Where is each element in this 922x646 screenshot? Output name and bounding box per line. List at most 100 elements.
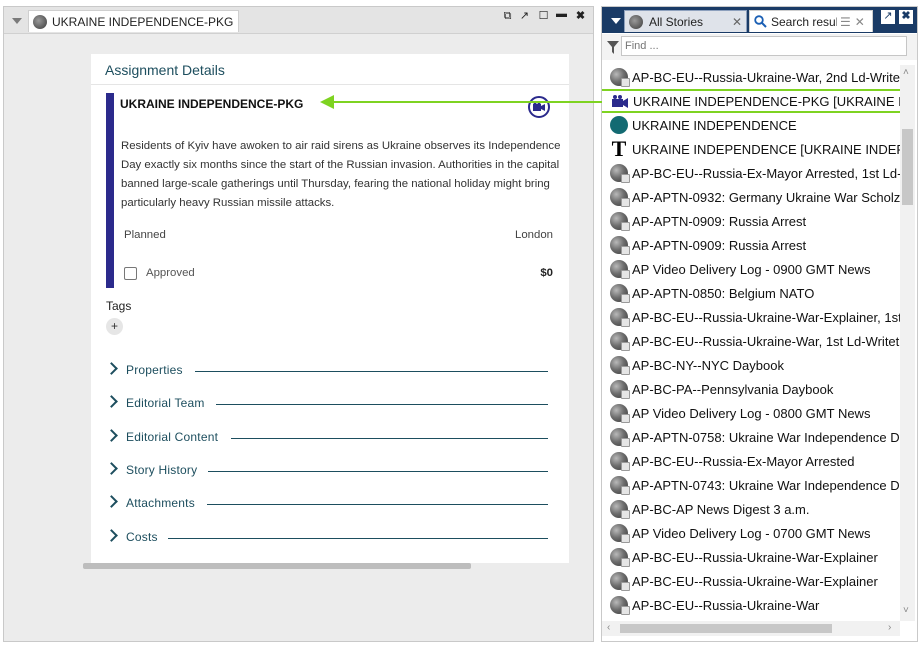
section-editorial-content[interactable]: Editorial Content [91, 423, 569, 456]
result-label: AP-BC-EU--Russia-Ukraine-War, 1st Ld-Wri… [632, 333, 900, 349]
popout-icon[interactable]: ↗ [518, 10, 531, 23]
section-title: Properties [126, 363, 183, 377]
horizontal-scrollbar[interactable] [83, 563, 471, 569]
assignment-description: Residents of Kyiv have awoken to air rai… [121, 140, 561, 209]
close-icon[interactable]: ✖ [899, 10, 913, 24]
result-row[interactable]: AP-APTN-0758: Ukraine War Independence D… [610, 425, 900, 449]
globe-doc-icon [610, 188, 630, 207]
result-row[interactable]: AP-BC-EU--Russia-Ukraine-War-Explainer, … [610, 305, 900, 329]
teal-circle-icon [610, 116, 628, 134]
scroll-thumb[interactable] [620, 624, 832, 633]
globe-doc-icon [610, 284, 630, 303]
scroll-thumb[interactable] [902, 129, 913, 205]
globe-doc-icon [610, 452, 630, 471]
result-row[interactable]: AP-APTN-0909: Russia Arrest [610, 233, 900, 257]
result-row[interactable]: T UKRAINE INDEPENDENCE [UKRAINE INDEPENDE… [610, 137, 900, 161]
globe-doc-icon [610, 548, 630, 567]
pane-menu-dropdown[interactable] [611, 18, 621, 24]
result-row[interactable]: AP-BC-EU--Russia-Ukraine-War [610, 593, 900, 617]
globe-doc-icon [610, 308, 630, 327]
section-title: Attachments [126, 496, 195, 510]
result-row[interactable]: AP-BC-EU--Russia-Ex-Mayor Arrested [610, 449, 900, 473]
filter-icon[interactable] [607, 41, 619, 54]
chevron-right-icon [105, 529, 118, 542]
tab-ukraine-independence-pkg[interactable]: UKRAINE INDEPENDENCE-PKG ☰ ✕ [28, 10, 239, 32]
result-row[interactable]: AP-BC-EU--Russia-Ukraine-War, 1st Ld-Wri… [610, 329, 900, 353]
status-label: Planned [124, 229, 166, 241]
result-row[interactable]: AP-BC-EU--Russia-Ukraine-War-Explainer [610, 569, 900, 593]
cost-value: $0 [540, 267, 553, 279]
scroll-up-icon[interactable]: ˄ [903, 67, 909, 78]
globe-doc-icon [610, 164, 630, 183]
horizontal-scrollbar[interactable]: ‹ › [602, 621, 900, 636]
result-label: AP-APTN-0758: Ukraine War Independence D… [632, 429, 900, 445]
tags-label: Tags [106, 299, 132, 313]
vertical-scrollbar[interactable]: ˄ ˅ [900, 65, 915, 621]
result-row[interactable]: AP-BC-EU--Russia-Ex-Mayor Arrested, 1st … [610, 161, 900, 185]
result-row[interactable]: UKRAINE INDEPENDENCE [610, 113, 900, 137]
results-list: AP-BC-EU--Russia-Ukraine-War, 2nd Ld-Wri… [602, 65, 900, 621]
close-icon[interactable]: ✖ [574, 10, 587, 23]
result-label: UKRAINE INDEPENDENCE-PKG [UKRAINE INDEPE… [633, 93, 900, 109]
globe-doc-icon [610, 212, 630, 231]
chevron-down-icon [611, 18, 621, 24]
result-row[interactable]: AP-BC-EU--Russia-Ukraine-War-Explainer [610, 545, 900, 569]
result-label: AP Video Delivery Log - 0700 GMT News [632, 525, 871, 541]
restore-icon[interactable]: ⧉ [501, 10, 514, 23]
tab-menu-icon[interactable]: ☰ [840, 15, 851, 29]
tab-search-results[interactable]: Search results ☰ ✕ [749, 10, 873, 32]
section-title: Editorial Team [126, 396, 205, 410]
globe-doc-icon [610, 404, 630, 423]
result-row[interactable]: AP-BC-PA--Pennsylvania Daybook [610, 377, 900, 401]
section-title: Costs [126, 530, 158, 544]
result-row[interactable]: AP-APTN-0909: Russia Arrest [610, 209, 900, 233]
section-divider [208, 471, 548, 472]
result-row[interactable]: AP-BC-EU--Russia-Ukraine-War, 2nd Ld-Wri… [610, 65, 900, 89]
tab-close-icon[interactable]: ✕ [855, 15, 865, 29]
section-costs[interactable]: Costs [91, 523, 569, 556]
result-label: UKRAINE INDEPENDENCE [632, 117, 797, 133]
result-label: UKRAINE INDEPENDENCE [UKRAINE INDEPENDEN… [632, 141, 900, 157]
popout-icon[interactable]: ↗ [881, 10, 895, 24]
scroll-right-icon[interactable]: › [888, 622, 891, 633]
result-label: AP-BC-EU--Russia-Ex-Mayor Arrested [632, 453, 855, 469]
add-tag-button[interactable]: + [106, 318, 123, 335]
result-label: AP-BC-EU--Russia-Ukraine-War-Explainer [632, 549, 878, 565]
tab-all-stories[interactable]: All Stories ✕ [624, 10, 747, 32]
pane-menu-dropdown[interactable] [12, 18, 22, 24]
tab-close-icon[interactable]: ✕ [732, 15, 742, 29]
search-input[interactable] [621, 36, 907, 56]
right-tab-bar: All Stories ✕ Search results ☰ ✕ ↗ ✖ [602, 7, 917, 33]
globe-doc-icon [610, 68, 630, 87]
section-properties[interactable]: Properties [91, 356, 569, 389]
result-row[interactable]: AP Video Delivery Log - 0800 GMT News [610, 401, 900, 425]
result-row[interactable]: UKRAINE INDEPENDENCE-PKG [UKRAINE INDEPE… [602, 89, 900, 113]
section-divider [231, 438, 548, 439]
result-row[interactable]: AP-BC-NY--NYC Daybook [610, 353, 900, 377]
maximize-icon[interactable]: ☐ [537, 10, 550, 23]
result-label: AP Video Delivery Log - 0800 GMT News [632, 405, 871, 421]
section-attachments[interactable]: Attachments [91, 489, 569, 522]
chevron-right-icon [105, 362, 118, 375]
result-label: AP-BC-NY--NYC Daybook [632, 357, 784, 373]
result-label: AP Video Delivery Log - 0900 GMT News [632, 261, 871, 277]
result-label: AP-BC-EU--Russia-Ukraine-War, 2nd Ld-Wri… [632, 69, 900, 85]
globe-doc-icon [610, 332, 630, 351]
section-editorial-team[interactable]: Editorial Team [91, 389, 569, 422]
result-row[interactable]: AP-APTN-0743: Ukraine War Independence D… [610, 473, 900, 497]
approved-checkbox[interactable] [124, 267, 137, 280]
globe-doc-icon [610, 380, 630, 399]
result-row[interactable]: AP Video Delivery Log - 0900 GMT News [610, 257, 900, 281]
location-label: London [514, 229, 553, 241]
result-row[interactable]: AP-APTN-0850: Belgium NATO [610, 281, 900, 305]
result-row[interactable]: AP-BC-AP News Digest 3 a.m. [610, 497, 900, 521]
section-story-history[interactable]: Story History [91, 456, 569, 489]
accent-bar [106, 93, 114, 288]
globe-doc-icon [610, 236, 630, 255]
result-row[interactable]: AP Video Delivery Log - 0700 GMT News [610, 521, 900, 545]
scroll-left-icon[interactable]: ‹ [607, 622, 610, 633]
scroll-down-icon[interactable]: ˅ [903, 605, 909, 616]
result-row[interactable]: AP-APTN-0932: Germany Ukraine War Scholz [610, 185, 900, 209]
result-label: AP-BC-EU--Russia-Ex-Mayor Arrested, 1st … [632, 165, 900, 181]
minimize-icon[interactable]: ▬ [555, 8, 568, 21]
